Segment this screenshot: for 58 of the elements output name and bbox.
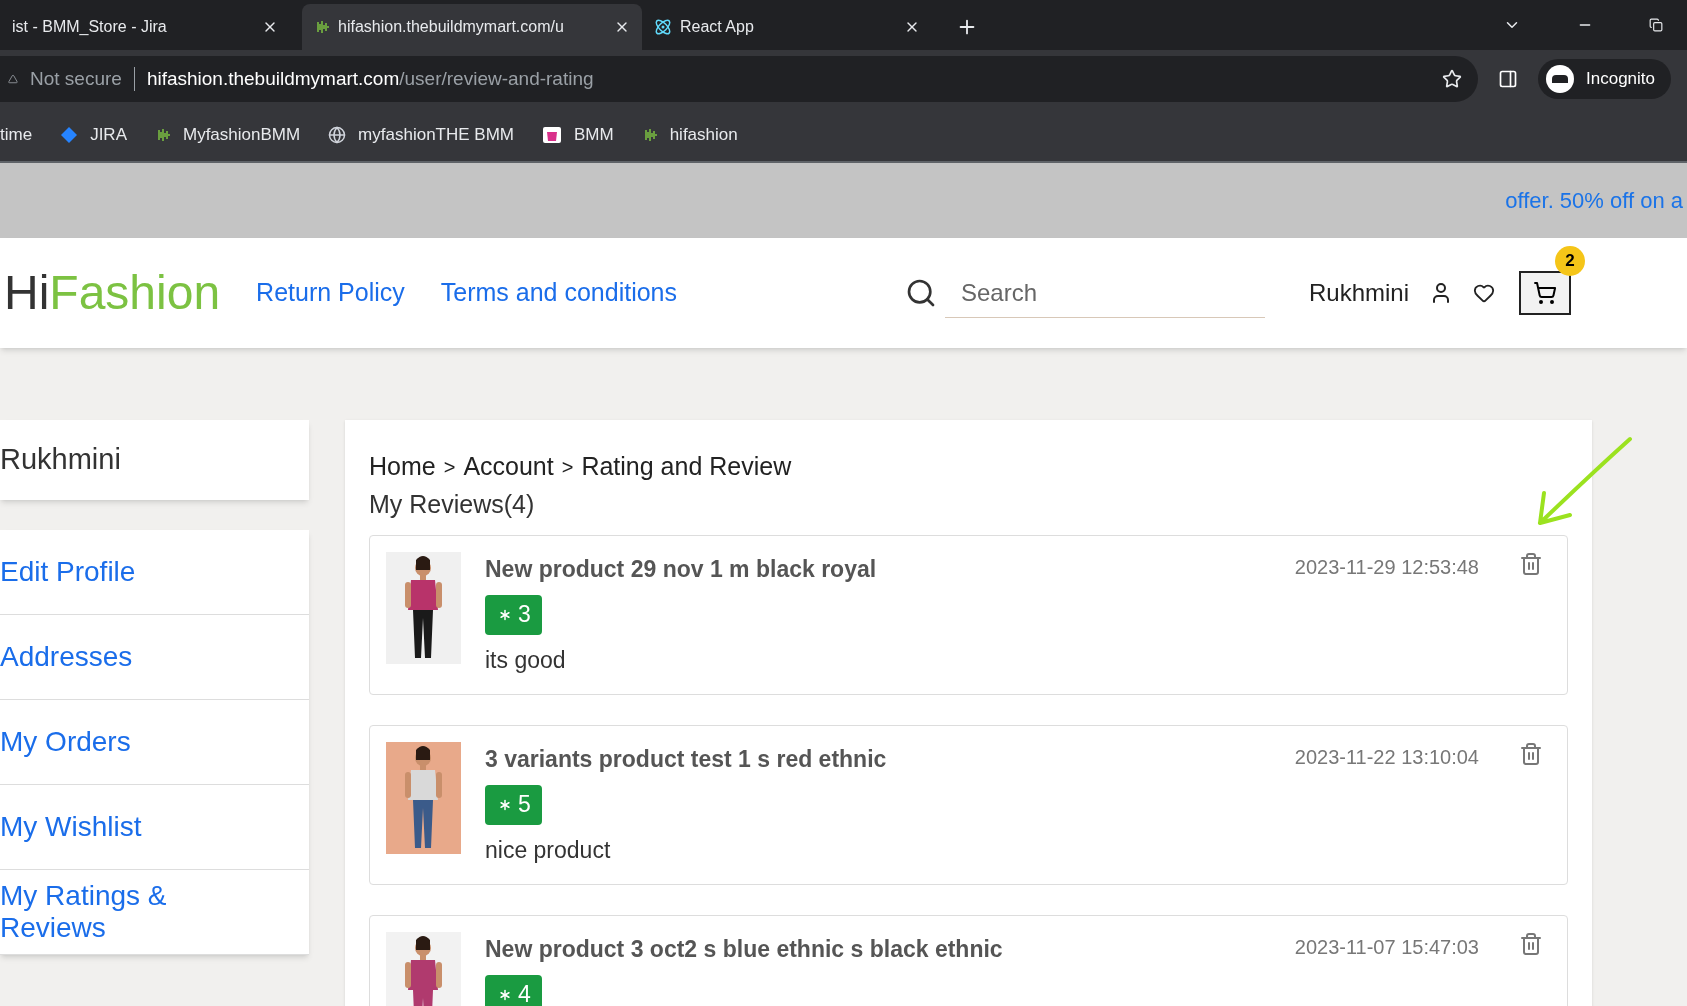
breadcrumb-link[interactable]: Account <box>463 448 554 486</box>
user-name: Rukhmini <box>1308 278 1409 308</box>
sidebar-link[interactable]: My Orders <box>0 726 200 758</box>
delete-icon[interactable] <box>1519 932 1543 956</box>
bookmark-item[interactable]: hifashion <box>641 121 738 148</box>
sidebar-link[interactable]: My Ratings & Reviews <box>0 880 200 944</box>
address-bar[interactable]: Not secure hifashion.thebuildmymart.com/user/review-and-rating <box>0 56 1478 102</box>
heart-icon[interactable] <box>1473 282 1495 304</box>
review-date: 2023-11-07 15:47:03 <box>1294 935 1479 960</box>
product-name: New product 3 oct2 s blue ethnic s black ethnic <box>485 935 1004 964</box>
cart-button[interactable] <box>1519 271 1571 315</box>
bookmark-star-icon[interactable] <box>1442 69 1462 89</box>
review-date: 2023-11-22 13:10:04 <box>1294 745 1479 770</box>
reviews-heading: My Reviews(4) <box>369 488 536 520</box>
product-name: 3 variants product test 1 s red ethnic <box>485 745 888 774</box>
browser-tab[interactable]: ist - BMM_Store - Jira <box>0 4 290 50</box>
atom-icon <box>654 18 672 36</box>
delete-icon[interactable] <box>1519 552 1543 576</box>
sidebar-link[interactable]: Addresses <box>0 641 200 673</box>
breadcrumb-link[interactable]: Rating and Review <box>581 448 792 486</box>
rating-badge: 4 <box>485 974 542 1006</box>
cart-count-badge: 2 <box>1555 246 1585 276</box>
profile-name: Rukhmini <box>0 442 121 478</box>
rating-badge: 3 <box>485 594 542 635</box>
waveform-icon <box>314 19 330 35</box>
breadcrumb-separator: > <box>561 454 574 480</box>
delete-icon[interactable] <box>1519 742 1543 766</box>
review-date: 2023-11-29 12:53:48 <box>1294 555 1479 580</box>
nav-link[interactable]: Return Policy <box>256 274 405 312</box>
bookmark-item[interactable]: myfashionTHE BMM <box>328 121 514 148</box>
cart-icon <box>1533 281 1557 305</box>
restore-icon[interactable] <box>1649 18 1663 32</box>
search-field[interactable]: Search <box>944 268 1265 318</box>
product-name: New product 29 nov 1 m black royal <box>485 555 878 584</box>
security-label: Not secure <box>30 66 122 91</box>
bookmark-item[interactable]: JIRA <box>60 121 127 148</box>
breadcrumb-separator: > <box>443 454 456 480</box>
bookmark-item[interactable]: MyfashionBMM <box>154 121 301 148</box>
breadcrumb-link[interactable]: Home <box>369 448 436 486</box>
profile-chip[interactable]: Incognito <box>1538 59 1671 99</box>
sidebar-link[interactable]: Edit Profile <box>0 556 200 588</box>
warning-icon <box>8 74 18 84</box>
sidebar-link[interactable]: My Wishlist <box>0 811 200 843</box>
rating-badge: 5 <box>485 784 542 825</box>
review-comment: nice product <box>485 835 612 865</box>
diamond-icon <box>60 125 79 144</box>
bookmark-item[interactable]: time <box>0 121 33 148</box>
bookmark-item[interactable]: BMM <box>542 121 614 148</box>
browser-tab[interactable]: hifashion.thebuildmymart.com/u <box>302 4 642 50</box>
url-text: hifashion.thebuildmymart.com/user/review-and-rating <box>146 66 594 91</box>
side-panel-icon[interactable] <box>1498 69 1518 89</box>
promo-text: offer. 50% off on a <box>1505 187 1683 215</box>
review-comment: its good <box>485 645 567 675</box>
nav-link[interactable]: Terms and conditions <box>440 274 677 312</box>
browser-tab[interactable]: React App <box>642 4 932 50</box>
logo[interactable]: HiFashion <box>4 257 221 329</box>
bag-icon <box>542 125 562 144</box>
globe-icon <box>328 125 347 144</box>
